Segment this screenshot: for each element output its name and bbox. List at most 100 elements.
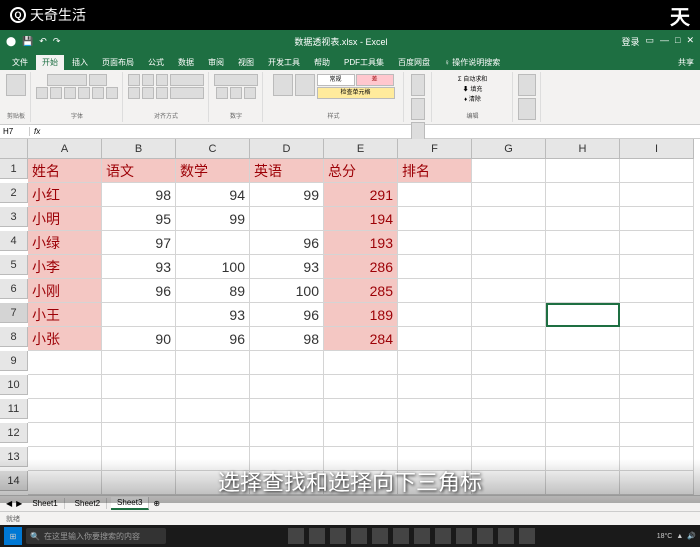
ribbon-options-icon[interactable]: ▭ <box>646 35 655 48</box>
tab-layout[interactable]: 页面布局 <box>96 55 140 70</box>
cond-format-button[interactable] <box>273 74 293 96</box>
cell-G2[interactable] <box>472 183 546 207</box>
fill-color-icon[interactable] <box>92 87 104 99</box>
row-9[interactable]: 9 <box>0 351 28 371</box>
cell-A5[interactable]: 小李 <box>28 255 102 279</box>
tab-home[interactable]: 开始 <box>36 55 64 70</box>
align-right-icon[interactable] <box>156 87 168 99</box>
row-3[interactable]: 3 <box>0 207 28 227</box>
cell-H2[interactable] <box>546 183 620 207</box>
cell-C3[interactable]: 99 <box>176 207 250 231</box>
cell-E4[interactable]: 193 <box>324 231 398 255</box>
cell-H1[interactable] <box>546 159 620 183</box>
col-F[interactable]: F <box>398 139 472 159</box>
cell-D6[interactable]: 100 <box>250 279 324 303</box>
add-sheet-icon[interactable]: ⊕ <box>153 499 160 508</box>
cell-H5[interactable] <box>546 255 620 279</box>
delete-cell-button[interactable] <box>411 98 425 120</box>
cell-E3[interactable]: 194 <box>324 207 398 231</box>
cell-B1[interactable]: 语文 <box>102 159 176 183</box>
cell-F7[interactable] <box>398 303 472 327</box>
cell-D1[interactable]: 英语 <box>250 159 324 183</box>
taskbar-search[interactable]: 🔍 在这里输入你要搜索的内容 <box>26 528 166 544</box>
percent-icon[interactable] <box>230 87 242 99</box>
col-C[interactable]: C <box>176 139 250 159</box>
tab-tellme[interactable]: ♀ 操作说明搜索 <box>438 55 506 70</box>
cell-D8[interactable]: 98 <box>250 327 324 351</box>
row-1[interactable]: 1 <box>0 159 28 179</box>
sort-filter-button[interactable] <box>518 74 536 96</box>
cell-F2[interactable] <box>398 183 472 207</box>
row-13[interactable]: 13 <box>0 447 28 467</box>
autosave-icon[interactable]: ⬤ <box>6 36 16 47</box>
cell-C1[interactable]: 数学 <box>176 159 250 183</box>
tab-file[interactable]: 文件 <box>6 55 34 70</box>
cell-B2[interactable]: 98 <box>102 183 176 207</box>
cell-I8[interactable] <box>620 327 694 351</box>
cell-C2[interactable]: 94 <box>176 183 250 207</box>
style-normal[interactable]: 常规 <box>317 74 355 86</box>
col-A[interactable]: A <box>28 139 102 159</box>
cell-F5[interactable] <box>398 255 472 279</box>
cell-F1[interactable]: 排名 <box>398 159 472 183</box>
italic-icon[interactable] <box>50 87 62 99</box>
cell-A4[interactable]: 小绿 <box>28 231 102 255</box>
row-7[interactable]: 7 <box>0 303 28 323</box>
comma-icon[interactable] <box>244 87 256 99</box>
cell-B4[interactable]: 97 <box>102 231 176 255</box>
start-button[interactable]: ⊞ <box>4 527 22 545</box>
task-icon[interactable] <box>372 528 388 544</box>
row-6[interactable]: 6 <box>0 279 28 299</box>
cell-H8[interactable] <box>546 327 620 351</box>
cell-H6[interactable] <box>546 279 620 303</box>
style-bad[interactable]: 差 <box>356 74 394 86</box>
cell-G7[interactable] <box>472 303 546 327</box>
system-tray[interactable]: 18°C ▲ 🔊 <box>657 532 696 540</box>
tab-insert[interactable]: 插入 <box>66 55 94 70</box>
cell-A2[interactable]: 小红 <box>28 183 102 207</box>
col-E[interactable]: E <box>324 139 398 159</box>
cell-F4[interactable] <box>398 231 472 255</box>
cell-I3[interactable] <box>620 207 694 231</box>
col-D[interactable]: D <box>250 139 324 159</box>
undo-icon[interactable]: ↶ <box>39 36 47 47</box>
cell-I2[interactable] <box>620 183 694 207</box>
weather-widget[interactable]: 18°C <box>657 533 673 540</box>
cell-E6[interactable]: 285 <box>324 279 398 303</box>
align-top-icon[interactable] <box>128 74 140 86</box>
cell-I7[interactable] <box>620 303 694 327</box>
row-11[interactable]: 11 <box>0 399 28 419</box>
cell-A1[interactable]: 姓名 <box>28 159 102 183</box>
currency-icon[interactable] <box>216 87 228 99</box>
tab-baidu[interactable]: 百度网盘 <box>392 55 436 70</box>
cell-G5[interactable] <box>472 255 546 279</box>
cell-A3[interactable]: 小明 <box>28 207 102 231</box>
bold-icon[interactable] <box>36 87 48 99</box>
align-left-icon[interactable] <box>128 87 140 99</box>
cell-C5[interactable]: 100 <box>176 255 250 279</box>
align-center-icon[interactable] <box>142 87 154 99</box>
task-icon[interactable] <box>477 528 493 544</box>
cell-H4[interactable] <box>546 231 620 255</box>
task-icon[interactable] <box>330 528 346 544</box>
next-sheet-icon[interactable]: ▶ <box>16 499 22 508</box>
cell-E5[interactable]: 286 <box>324 255 398 279</box>
redo-icon[interactable]: ↷ <box>53 36 61 47</box>
cell-H7[interactable] <box>546 303 620 327</box>
col-I[interactable]: I <box>620 139 694 159</box>
prev-sheet-icon[interactable]: ◀ <box>6 499 12 508</box>
cell-I1[interactable] <box>620 159 694 183</box>
tab-help[interactable]: 帮助 <box>308 55 336 70</box>
autosum-button[interactable]: Σ 自动求和 <box>458 74 487 83</box>
wrap-text-button[interactable] <box>170 74 204 86</box>
cell-G6[interactable] <box>472 279 546 303</box>
cell-I6[interactable] <box>620 279 694 303</box>
sheet-tab-3[interactable]: Sheet3 <box>111 497 149 510</box>
task-icon[interactable] <box>414 528 430 544</box>
close-icon[interactable]: ✕ <box>686 35 694 48</box>
tray-icon[interactable]: ▲ <box>676 533 683 540</box>
cell-F3[interactable] <box>398 207 472 231</box>
tab-formula[interactable]: 公式 <box>142 55 170 70</box>
cell-G3[interactable] <box>472 207 546 231</box>
cell-B7[interactable] <box>102 303 176 327</box>
